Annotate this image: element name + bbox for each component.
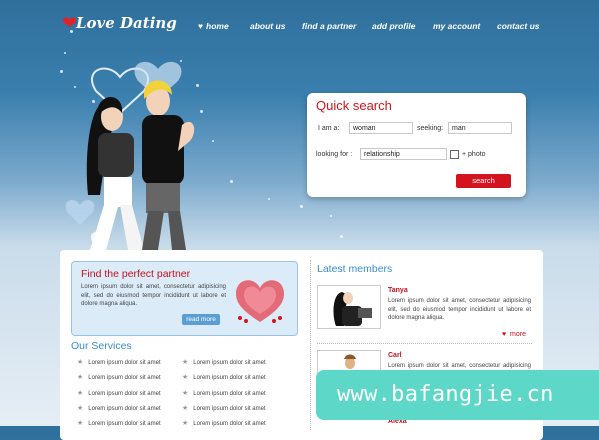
star-icon: ★	[77, 405, 84, 412]
search-button[interactable]: search	[456, 174, 511, 188]
star-icon: ★	[182, 390, 189, 397]
page: ❤ Love Dating ♥ home about us find a part…	[0, 0, 599, 440]
quick-search-card: Quick search I am a: woman seeking: man …	[307, 93, 526, 197]
logo[interactable]: ❤ Love Dating	[62, 12, 177, 38]
list-item[interactable]: ★ Lorem ipsum dolor sit amet	[182, 373, 266, 381]
star-icon: ★	[182, 374, 189, 381]
services-title: Our Services	[71, 340, 132, 352]
i-am-label: I am a:	[318, 125, 340, 132]
member-avatar	[333, 292, 372, 326]
column-divider	[310, 260, 311, 430]
member-photo-tanya[interactable]	[317, 285, 381, 329]
list-item[interactable]: ★ Lorem ipsum dolor sit amet	[77, 373, 161, 381]
i-am-select[interactable]: woman	[349, 122, 413, 134]
list-item[interactable]: ★ Lorem ipsum dolor sit amet	[182, 358, 266, 366]
nav-home[interactable]: ♥ home	[198, 21, 229, 31]
looking-for-select[interactable]: relationship	[360, 148, 447, 160]
member-text: Lorem ipsum dolor sit amet, consectetur …	[388, 298, 531, 321]
member-divider	[317, 343, 532, 344]
nav-contact-us[interactable]: contact us	[497, 21, 540, 31]
star-icon: ★	[77, 374, 84, 381]
logo-text: Love Dating	[76, 14, 177, 32]
member-name[interactable]: Tanya	[388, 287, 408, 294]
star-icon: ★	[77, 359, 84, 366]
more-link[interactable]: ♥ more	[502, 331, 526, 338]
heart-icon: ❤	[62, 13, 78, 33]
seeking-select[interactable]: man	[448, 122, 512, 134]
list-item[interactable]: ★ Lorem ipsum dolor sit amet	[77, 358, 161, 366]
heart-icon: ♥	[198, 21, 204, 31]
heart-icon: ♥	[502, 331, 507, 338]
looking-for-label: looking for :	[316, 151, 353, 158]
find-partner-title: Find the perfect partner	[81, 268, 191, 280]
photo-checkbox[interactable]	[450, 150, 459, 159]
heart-icon	[236, 280, 284, 323]
member-name[interactable]: Carl	[388, 352, 402, 359]
nav-home-label: home	[206, 21, 229, 31]
nav-add-profile[interactable]: add profile	[372, 21, 415, 31]
nav-my-account[interactable]: my account	[433, 21, 480, 31]
star-icon: ★	[77, 390, 84, 397]
quick-search-title: Quick search	[316, 98, 392, 113]
photo-label: + photo	[462, 151, 486, 158]
find-partner-text: Lorem ipsum dolor sit amet, consectetur …	[81, 284, 226, 307]
list-item[interactable]: ★ Lorem ipsum dolor sit amet	[182, 404, 266, 412]
couple-illustration	[65, 61, 195, 250]
star-icon: ★	[182, 359, 189, 366]
nav-about-us[interactable]: about us	[250, 21, 285, 31]
latest-members-title: Latest members	[317, 263, 393, 275]
watermark-text: www.bafangjie.cn	[337, 382, 554, 407]
list-item[interactable]: ★ Lorem ipsum dolor sit amet	[77, 404, 161, 412]
read-more-button[interactable]: read more	[182, 314, 220, 325]
find-partner-box: Find the perfect partner Lorem ipsum dol…	[71, 261, 298, 336]
star-icon: ★	[182, 405, 189, 412]
list-item[interactable]: ★ Lorem ipsum dolor sit amet	[182, 389, 266, 397]
list-item[interactable]: ★ Lorem ipsum dolor sit amet	[77, 389, 161, 397]
watermark-banner: www.bafangjie.cn	[316, 370, 599, 420]
nav-find-a-partner[interactable]: find a partner	[302, 21, 356, 31]
seeking-label: seeking:	[417, 125, 444, 132]
